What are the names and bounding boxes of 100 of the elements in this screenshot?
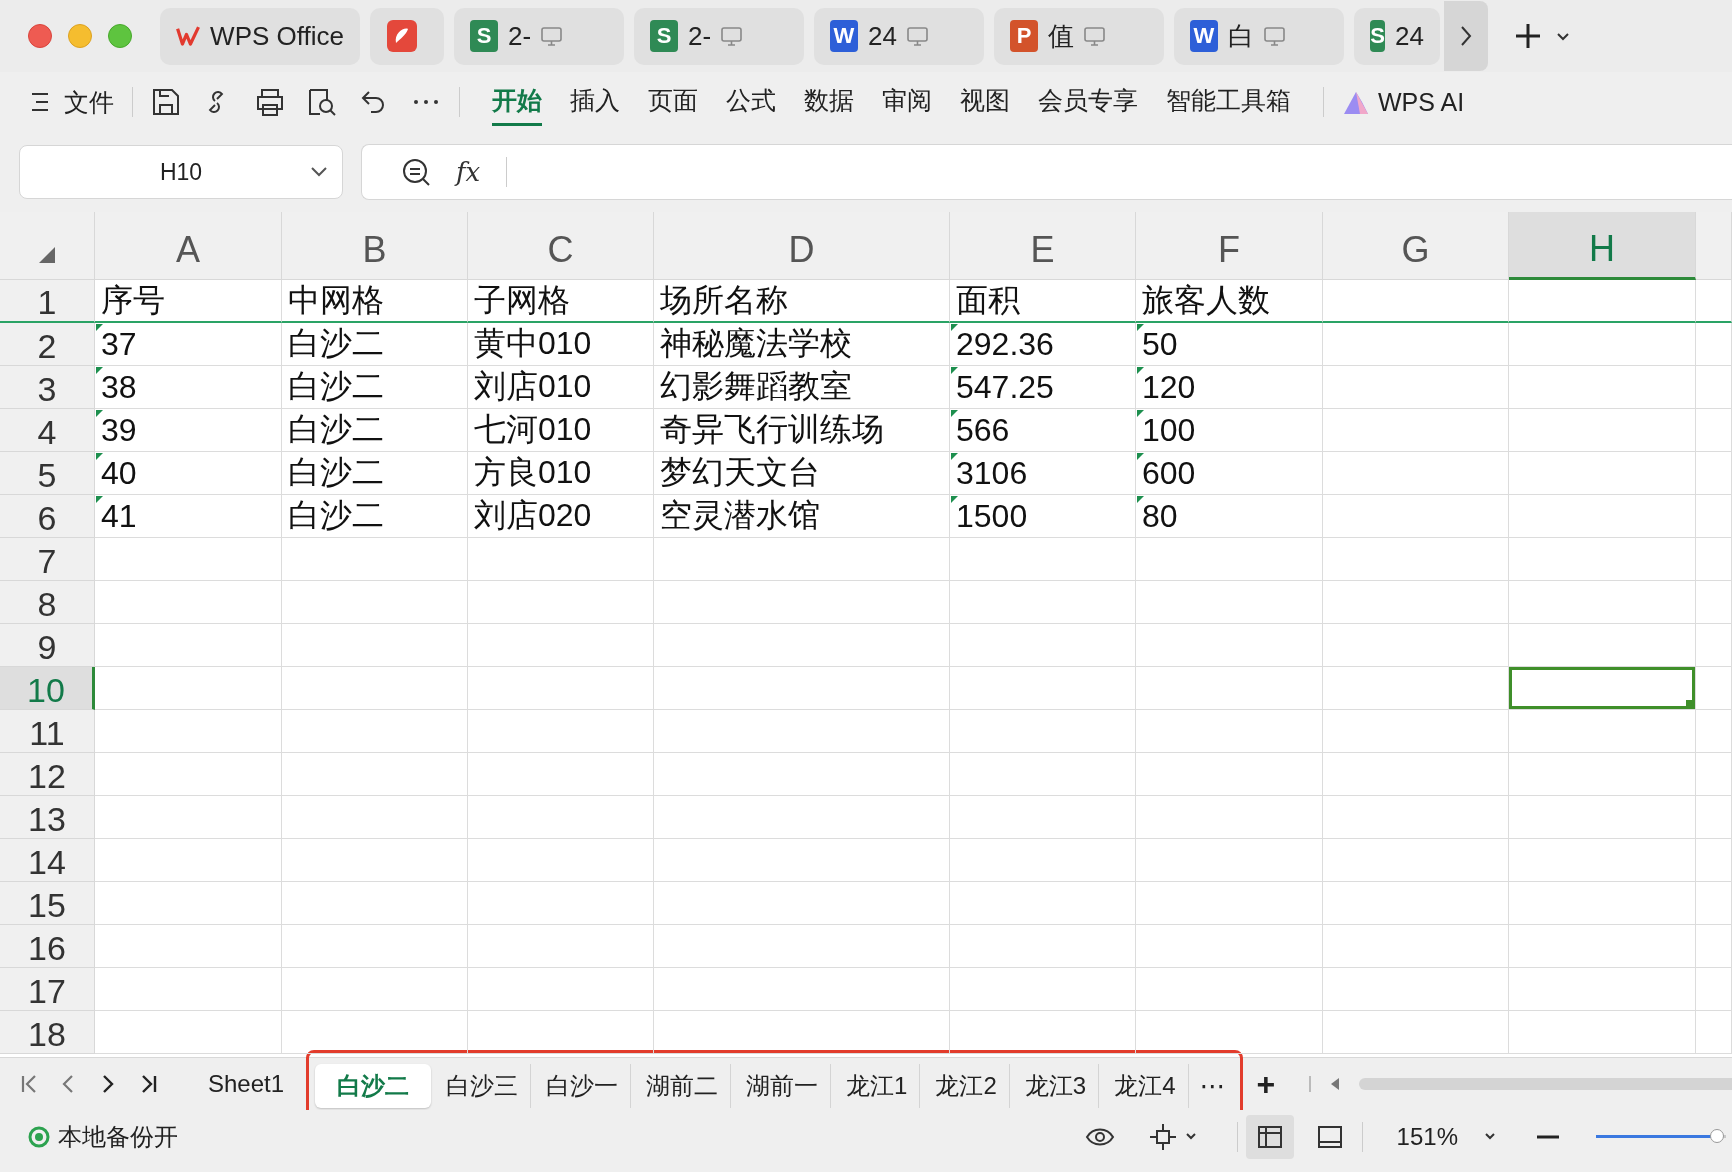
column-header[interactable]: C [468,212,654,280]
row-header[interactable]: 2 [0,323,95,366]
name-box[interactable]: H10 [19,145,343,199]
sheet-tab[interactable]: 白沙一 [534,1064,632,1108]
scroll-left-icon[interactable] [1329,1076,1342,1092]
window-control-icon[interactable] [28,24,52,48]
backup-status[interactable]: 本地备份开 [58,1120,178,1153]
document-tab[interactable]: P 值 [994,7,1164,65]
document-tab[interactable]: S 2- [454,7,624,65]
ribbon-tab[interactable]: 会员专享 [1038,78,1138,126]
ribbon-tab[interactable]: 公式 [726,78,776,126]
document-tab[interactable]: S 2- [634,7,804,65]
sheet-tab[interactable]: 龙江4 [1102,1064,1189,1108]
column-header[interactable]: G [1323,212,1509,280]
ribbon-tab[interactable]: 数据 [804,78,854,126]
document-tab[interactable]: S 24 [1354,7,1440,65]
fill-handle[interactable] [1686,700,1695,709]
selected-cell[interactable] [1509,667,1696,710]
select-all-icon[interactable] [37,245,57,265]
caret-icon[interactable] [1484,1132,1496,1141]
row-header[interactable]: 16 [0,925,95,968]
add-sheet-button[interactable]: + [1242,1065,1290,1103]
caret-icon[interactable] [1556,30,1570,42]
document-tab[interactable]: W 24 [814,7,984,65]
pdf-app-icon [386,19,418,53]
row-header[interactable]: 6 [0,495,95,538]
ribbon-tab[interactable]: 插入 [570,78,620,126]
row-header[interactable]: 3 [0,366,95,409]
row-header[interactable]: 13 [0,796,95,839]
menu-icon [30,91,50,113]
table-cell: 奇异飞行训练场 [654,409,950,452]
sheet-tab[interactable]: 龙江1 [834,1064,921,1108]
table-cell [1696,882,1732,925]
row-header[interactable]: 17 [0,968,95,1011]
document-tab[interactable]: WPS Office [160,7,360,65]
column-header[interactable]: F [1136,212,1323,280]
sheet-tab[interactable]: 龙江2 [923,1064,1010,1108]
save-icon[interactable] [151,87,181,117]
slider-thumb[interactable] [1709,1128,1724,1143]
table-cell: 场所名称 [654,280,950,323]
tab-title: WPS Office [210,20,344,52]
document-tab[interactable] [370,7,444,65]
column-header[interactable]: E [950,212,1136,280]
column-header[interactable]: H [1509,212,1696,280]
formula-field[interactable]: fx [361,144,1732,200]
document-tab[interactable]: W 白 [1174,7,1344,65]
more-sheets-button[interactable]: ⋯ [1191,1070,1234,1102]
table-cell [1696,753,1732,796]
app-badge: W [1190,20,1218,52]
print-icon[interactable] [255,87,285,117]
row-header[interactable]: 14 [0,839,95,882]
zoom-out-icon[interactable] [402,158,430,186]
table-cell [1696,581,1732,624]
zoom-out-icon[interactable] [1536,1133,1560,1140]
last-sheet-icon[interactable] [140,1073,158,1095]
move-icon[interactable] [1148,1122,1177,1151]
row-header[interactable]: 4 [0,409,95,452]
file-menu-button[interactable]: 文件 [30,85,114,119]
normal-view-button[interactable] [1245,1114,1294,1159]
row-header[interactable]: 10 [0,667,95,710]
table-cell [1696,925,1732,968]
first-sheet-icon[interactable] [20,1073,38,1095]
ribbon-tab[interactable]: 审阅 [882,78,932,126]
column-header[interactable]: B [282,212,468,280]
ribbon-tab[interactable]: 开始 [492,78,542,126]
row-header[interactable]: 18 [0,1011,95,1054]
table-cell: 100 [1136,409,1323,452]
table-cell: 神秘魔法学校 [654,323,950,366]
horizontal-scrollbar[interactable] [1359,1078,1732,1090]
monitor-icon [721,26,743,46]
row-header[interactable]: 12 [0,753,95,796]
ribbon-tab[interactable]: 智能工具箱 [1166,78,1291,126]
sheet-tab[interactable]: 白沙三 [434,1064,532,1108]
ribbon-tab[interactable]: 页面 [648,78,698,126]
zoom-level[interactable]: 151% [1396,1122,1458,1151]
caret-icon[interactable] [1184,1132,1197,1141]
chevron-right-icon [1459,25,1473,47]
row-header[interactable]: 5 [0,452,95,495]
sheet-tab[interactable]: 湖前一 [734,1064,832,1108]
row-header[interactable]: 7 [0,538,95,581]
preview-icon[interactable] [307,87,337,117]
table-cell: 黄中010 [468,323,654,366]
tab-title: 2- [688,20,712,52]
row-header[interactable]: 1 [0,280,95,323]
sheet-tab[interactable]: 白沙二 [315,1064,432,1108]
ai-button[interactable]: WPS AI [1342,87,1465,117]
column-header[interactable]: D [654,212,950,280]
row-header[interactable]: 9 [0,624,95,667]
row-header[interactable]: 15 [0,882,95,925]
sheet-tab[interactable]: Sheet1 [196,1064,297,1104]
function-label[interactable]: fx [456,157,481,187]
row-header[interactable]: 11 [0,710,95,753]
ribbon-tab[interactable]: 视图 [960,78,1010,126]
sheet-tab[interactable]: 湖前二 [634,1064,732,1108]
row-header[interactable]: 8 [0,581,95,624]
tab-title: 24 [1395,20,1424,52]
plus-icon[interactable] [1514,22,1542,50]
sheet-tab[interactable]: 龙江3 [1012,1064,1100,1108]
column-header[interactable]: A [95,212,282,280]
table-cell: 白沙二 [282,323,468,366]
